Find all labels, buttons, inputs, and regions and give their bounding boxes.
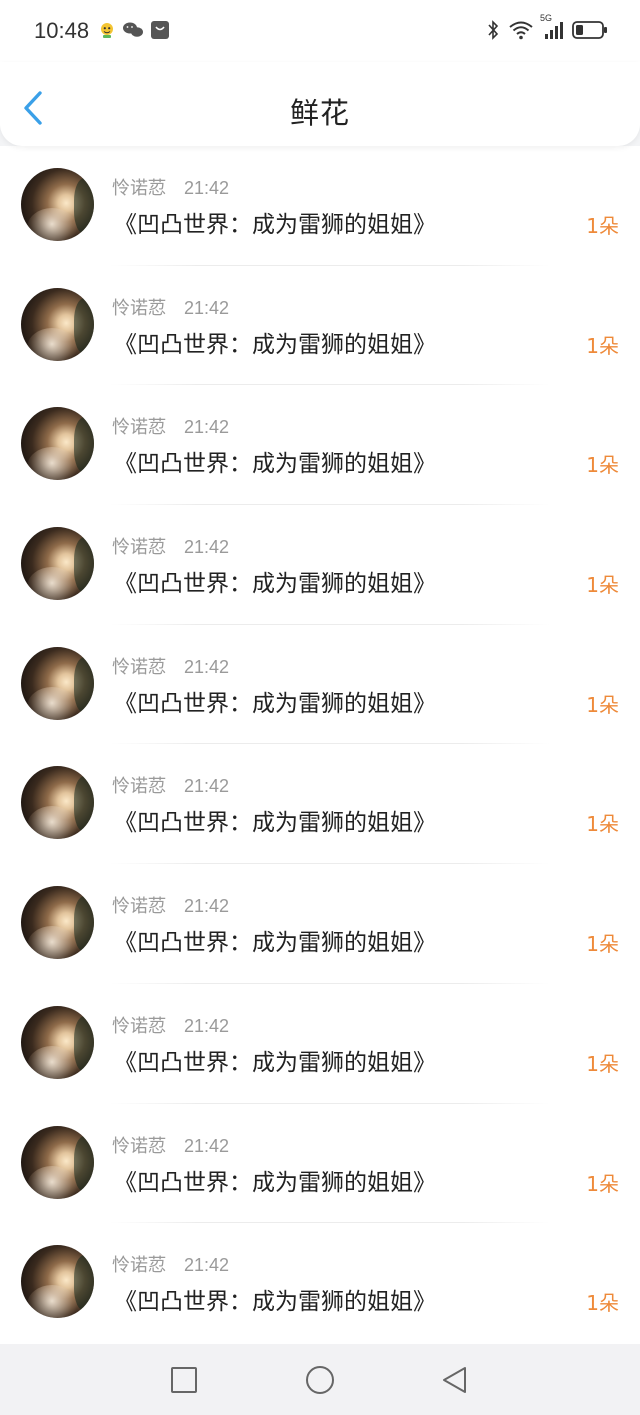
book-title: 《凹凸世界：成为雷狮的姐姐》	[114, 1289, 436, 1316]
record-meta: 怜诺荵 21:42	[112, 1132, 229, 1158]
wifi-icon	[508, 19, 534, 45]
book-title: 《凹凸世界：成为雷狮的姐姐》	[114, 571, 436, 598]
battery-icon	[572, 19, 608, 45]
record-time: 21:42	[184, 178, 230, 198]
recent-apps-icon	[171, 1367, 197, 1393]
record-meta: 怜诺荵 21:42	[112, 533, 229, 559]
book-title: 《凹凸世界：成为雷狮的姐姐》	[114, 451, 436, 478]
flower-count: 1朵	[586, 453, 619, 478]
list-item[interactable]: 怜诺荵 21:42 《凹凸世界：成为雷狮的姐姐》 1朵	[0, 1104, 640, 1224]
flower-count: 1朵	[586, 573, 619, 598]
flower-count: 1朵	[586, 333, 619, 358]
book-title: 《凹凸世界：成为雷狮的姐姐》	[114, 1169, 436, 1196]
record-meta: 怜诺荵 21:42	[112, 892, 229, 918]
avatar[interactable]	[21, 766, 94, 840]
record-time: 21:42	[184, 1015, 230, 1036]
avatar[interactable]	[21, 168, 94, 241]
list-item[interactable]: 怜诺荵 21:42 《凹凸世界：成为雷狮的姐姐》 1朵	[0, 1223, 640, 1343]
user-name: 怜诺荵	[112, 297, 166, 319]
list-item[interactable]: 怜诺荵 21:42 《凹凸世界：成为雷狮的姐姐》 1朵	[0, 385, 640, 506]
page-title: 鲜花	[289, 96, 350, 130]
book-title: 《凹凸世界：成为雷狮的姐姐》	[114, 331, 436, 358]
record-meta: 怜诺荵 21:42	[112, 413, 229, 439]
list-item[interactable]: 怜诺荵 21:42 《凹凸世界：成为雷狮的姐姐》 1朵	[0, 984, 640, 1104]
header: 鲜花	[0, 62, 640, 146]
record-time: 21:42	[184, 537, 230, 558]
user-name: 怜诺荵	[112, 896, 166, 918]
record-meta: 怜诺荵 21:42	[112, 653, 229, 679]
app-notification-icon	[98, 21, 116, 43]
user-name: 怜诺荵	[112, 656, 166, 678]
flower-count: 1朵	[586, 1171, 619, 1196]
bluetooth-icon	[486, 19, 500, 45]
user-name: 怜诺荵	[112, 417, 166, 439]
navigation-bar	[0, 1344, 640, 1415]
list-item[interactable]: 怜诺荵 21:42 《凹凸世界：成为雷狮的姐姐》 1朵	[0, 864, 640, 984]
avatar[interactable]	[21, 886, 94, 960]
wechat-icon	[122, 21, 144, 43]
user-name: 怜诺荵	[112, 1015, 166, 1037]
recent-apps-button[interactable]	[169, 1365, 199, 1395]
home-icon	[306, 1366, 334, 1394]
record-meta: 怜诺荵 21:42	[112, 772, 229, 798]
list-item[interactable]: 怜诺荵 21:42 《凹凸世界：成为雷狮的姐姐》 1朵	[0, 744, 640, 865]
avatar[interactable]	[21, 646, 94, 720]
user-name: 怜诺荵	[112, 178, 166, 199]
flower-count: 1朵	[586, 1051, 619, 1076]
status-left-icons	[98, 20, 170, 44]
shopping-bag-icon	[150, 20, 170, 44]
avatar[interactable]	[21, 1125, 94, 1199]
user-name: 怜诺荵	[112, 776, 166, 798]
avatar[interactable]	[21, 1245, 94, 1319]
record-time: 21:42	[184, 417, 230, 438]
avatar[interactable]	[21, 1005, 94, 1079]
5g-signal-icon: 5G	[540, 13, 564, 45]
user-name: 怜诺荵	[112, 1255, 166, 1277]
list-item[interactable]: 怜诺荵 21:42 《凹凸世界：成为雷狮的姐姐》 1朵	[0, 625, 640, 745]
record-time: 21:42	[184, 297, 230, 318]
book-title: 《凹凸世界：成为雷狮的姐姐》	[114, 930, 436, 957]
list-item[interactable]: 怜诺荵 21:42 《凹凸世界：成为雷狮的姐姐》 1朵	[0, 146, 640, 266]
home-button[interactable]	[304, 1365, 334, 1395]
user-name: 怜诺荵	[112, 1135, 166, 1157]
flower-count: 1朵	[586, 932, 619, 957]
system-back-button[interactable]	[440, 1365, 470, 1395]
flower-count: 1朵	[586, 1291, 619, 1316]
flower-record-list: 怜诺荵 21:42 《凹凸世界：成为雷狮的姐姐》 1朵 怜诺荵 21:42 《凹凸世…	[0, 146, 640, 1344]
record-time: 21:42	[184, 1255, 230, 1276]
status-right-icons: 5G	[486, 13, 608, 45]
record-meta: 怜诺荵 21:42	[112, 1251, 229, 1277]
avatar[interactable]	[21, 527, 94, 601]
status-bar: 10:48 5G	[0, 0, 640, 62]
record-meta: 怜诺荵 21:42	[112, 1012, 229, 1038]
flower-count: 1朵	[586, 692, 619, 717]
record-time: 21:42	[184, 1135, 230, 1156]
book-title: 《凹凸世界：成为雷狮的姐姐》	[114, 1049, 436, 1076]
book-title: 《凹凸世界：成为雷狮的姐姐》	[114, 810, 436, 837]
record-time: 21:42	[184, 896, 230, 917]
avatar[interactable]	[21, 287, 94, 361]
book-title: 《凹凸世界：成为雷狮的姐姐》	[114, 690, 436, 717]
record-time: 21:42	[184, 656, 230, 677]
user-name: 怜诺荵	[112, 537, 166, 559]
flower-count: 1朵	[586, 214, 619, 238]
record-meta: 怜诺荵 21:42	[112, 294, 229, 320]
record-meta: 怜诺荵 21:42	[112, 174, 229, 200]
book-title: 《凹凸世界：成为雷狮的姐姐》	[114, 212, 436, 238]
flower-count: 1朵	[586, 812, 619, 837]
list-item[interactable]: 怜诺荵 21:42 《凹凸世界：成为雷狮的姐姐》 1朵	[0, 266, 640, 386]
back-icon	[443, 1367, 466, 1393]
avatar[interactable]	[21, 407, 94, 481]
record-time: 21:42	[184, 776, 230, 797]
list-item[interactable]: 怜诺荵 21:42 《凹凸世界：成为雷狮的姐姐》 1朵	[0, 505, 640, 625]
status-time: 10:48	[34, 18, 90, 43]
